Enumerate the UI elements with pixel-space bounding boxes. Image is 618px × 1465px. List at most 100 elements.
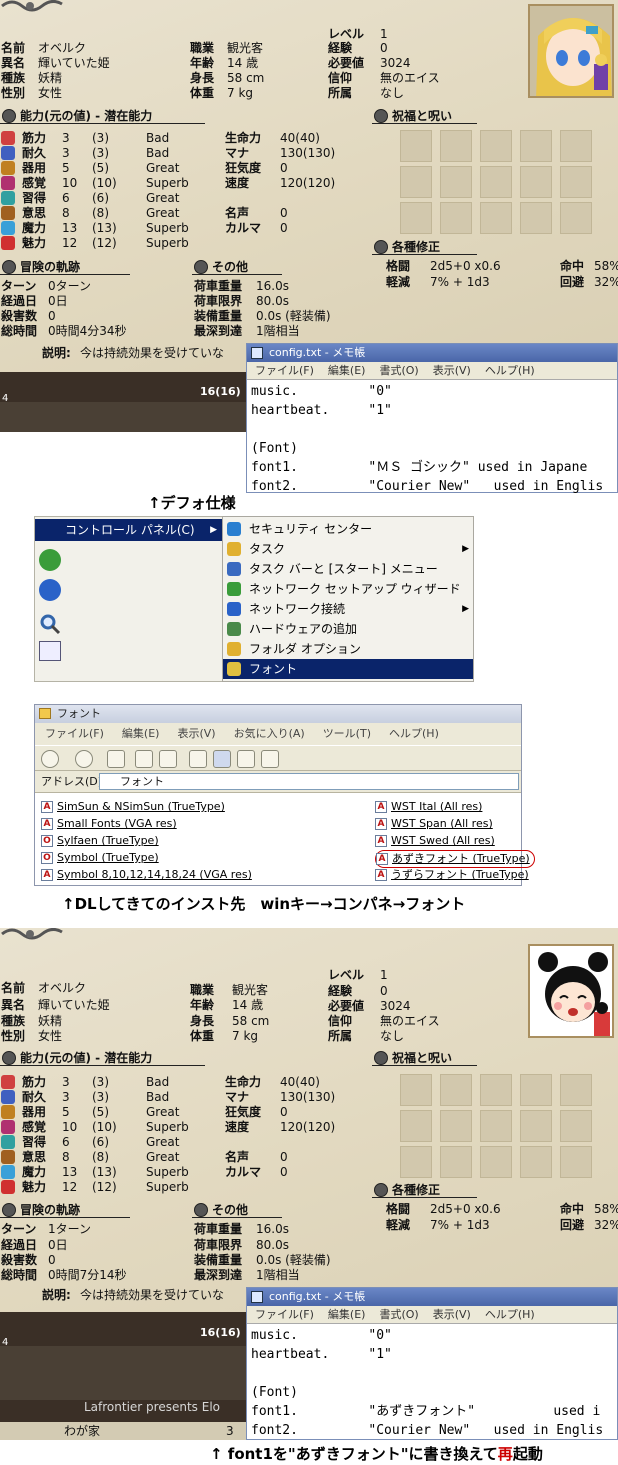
home-label: わが家 (64, 1424, 101, 1438)
control-panel-menu-item[interactable]: セキュリティ センター (223, 519, 473, 539)
font-file-label: Symbol 8,10,12,14,18,24 (VGA res) (57, 868, 252, 881)
adventure-header: 冒険の軌跡 (0, 260, 130, 275)
menu-item-icon (227, 602, 241, 616)
font-file-item[interactable]: A WST Span (All res) (375, 816, 493, 832)
notepad-menu-item[interactable]: ヘルプ(H) (485, 1308, 535, 1321)
speed-label: 速度 (225, 176, 250, 190)
fonts-menu-item[interactable]: お気に入り(A) (234, 727, 305, 740)
font-file-item[interactable]: A Symbol 8,10,12,14,18,24 (VGA res) (41, 867, 252, 883)
game-hud: 16(16) 4 Lafrontier presents Elo (0, 372, 248, 432)
other-title: その他 (212, 260, 249, 274)
view-details-icon[interactable] (261, 750, 279, 768)
font-file-item[interactable]: A WST Swed (All res) (375, 833, 495, 849)
menu-item-icon (227, 522, 241, 536)
section-bullet-icon (374, 240, 388, 254)
turn-value: 1ターン (48, 1222, 92, 1236)
notepad-menu-item[interactable]: ファイル(F) (255, 364, 314, 377)
fonts-window-title: フォント (57, 707, 101, 720)
control-panel-menu-item[interactable]: ネットワーク セットアップ ウィザード (223, 579, 473, 599)
caption-install: ↑DLしてきてのインスト先 winキー→コンパネ→フォント (62, 895, 466, 913)
font-file-item[interactable]: O Symbol (TrueType) (41, 850, 159, 866)
fonts-menu-item[interactable]: ファイル(F) (45, 727, 104, 740)
control-panel-menu-item[interactable]: フォント (223, 659, 473, 679)
submenu-arrow-icon: ▶ (210, 525, 217, 535)
life-label: 生命力 (225, 131, 262, 145)
exp-label: 経験 (328, 984, 353, 998)
fonts-menu-item[interactable]: 表示(V) (177, 727, 215, 740)
address-input[interactable]: フォント (99, 773, 519, 790)
search-icon[interactable] (39, 613, 61, 635)
run-icon[interactable] (39, 641, 61, 661)
notepad-menu-item[interactable]: 書式(O) (379, 364, 418, 377)
font-file-item[interactable]: A うずらフォント (TrueType) (375, 867, 529, 883)
ability-potential: Bad (146, 1090, 170, 1104)
control-panel-menu-item[interactable]: フォルダ オプション (223, 639, 473, 659)
name-label: 名前 (1, 981, 26, 995)
font-file-item[interactable]: A Small Fonts (VGA res) (41, 816, 177, 832)
view-list-icon[interactable] (213, 750, 231, 768)
up-icon[interactable] (107, 750, 125, 768)
faith-value: 無のエイス (380, 71, 440, 85)
notepad-line (251, 1364, 613, 1383)
section-bullet-icon (374, 1051, 388, 1065)
notepad-menu-item[interactable]: ヘルプ(H) (485, 364, 535, 377)
control-panel-menu-item[interactable]: タスク バーと [スタート] メニュー (223, 559, 473, 579)
font-file-item[interactable]: A WST Ital (All res) (375, 799, 482, 815)
view-ab-icon[interactable] (237, 750, 255, 768)
notepad-menu-item[interactable]: 表示(V) (433, 1308, 471, 1321)
notepad-line: (Font) (251, 441, 298, 456)
control-panel-menu-item[interactable]: ハードウェアの追加 (223, 619, 473, 639)
blessing-slot (520, 166, 552, 198)
font-file-item[interactable]: A SimSun & NSimSun (TrueType) (41, 799, 225, 815)
ability-value: 6 (62, 191, 70, 205)
notepad-text[interactable]: music. "0" heartbeat. "1" (Font) font1. "Ｍ… (247, 380, 617, 498)
fonts-menu-item[interactable]: ヘルプ(H) (389, 727, 439, 740)
menu-item-icon (227, 582, 241, 596)
back-icon[interactable] (41, 750, 59, 768)
font-file-item[interactable]: O Sylfaen (TrueType) (41, 833, 159, 849)
notepad-menu-item[interactable]: 編集(E) (328, 1308, 366, 1321)
fonts-menu-item[interactable]: ツール(T) (323, 727, 371, 740)
height-value: 58 cm (227, 71, 265, 85)
font-file-item[interactable]: A あずきフォント (TrueType) (375, 850, 535, 868)
notepad-line: heartbeat. "1" (251, 403, 392, 418)
blessing-slot (400, 1074, 432, 1106)
folder-icon (39, 708, 51, 719)
faith-label: 信仰 (328, 1014, 353, 1028)
notepad-line: font1. "ＭＳ ゴシック" used in Japane (251, 460, 588, 475)
ability-name: 耐久 (22, 1090, 47, 1104)
forward-icon[interactable] (75, 750, 93, 768)
program-icon[interactable] (39, 549, 61, 571)
ability-potential: Great (146, 1150, 180, 1164)
notepad-text[interactable]: music. "0" heartbeat. "1" (Font) font1. "あ… (247, 1324, 617, 1442)
blessing-slot (440, 1146, 472, 1178)
blessing-slot (400, 1146, 432, 1178)
life-value: 40(40) (280, 131, 320, 145)
caption-restart-end: 起動 (512, 1445, 543, 1463)
search-icon[interactable] (135, 750, 153, 768)
age-value: 14 歳 (227, 56, 259, 70)
notepad-title: config.txt - メモ帳 (269, 1290, 366, 1303)
network-icon[interactable] (39, 579, 61, 601)
view-icon[interactable] (189, 750, 207, 768)
kills-value: 0 (48, 1253, 56, 1267)
control-panel-menu-item[interactable]: タスク ▶ (223, 539, 473, 559)
blessing-slot (560, 202, 592, 234)
notepad-line: heartbeat. "1" (251, 1347, 392, 1362)
fonts-menu-item[interactable]: 編集(E) (122, 727, 160, 740)
notepad-menu-item[interactable]: ファイル(F) (255, 1308, 314, 1321)
ability-potential: Superb (146, 176, 189, 190)
blessing-header: 祝福と呪い (372, 1051, 477, 1066)
font-file-label: Small Fonts (VGA res) (57, 817, 177, 830)
menu-item-icon (227, 562, 241, 576)
karma-label: カルマ (225, 1165, 262, 1179)
notepad-menu-item[interactable]: 編集(E) (328, 364, 366, 377)
font-file-label: Symbol (TrueType) (57, 851, 159, 864)
section-bullet-icon (2, 260, 16, 274)
control-panel-menu-item[interactable]: ネットワーク接続 ▶ (223, 599, 473, 619)
ornament-icon (1, 0, 63, 12)
control-panel-item[interactable]: コントロール パネル(C) ▶ (35, 519, 223, 541)
notepad-menu-item[interactable]: 表示(V) (433, 364, 471, 377)
notepad-menu-item[interactable]: 書式(O) (379, 1308, 418, 1321)
folders-icon[interactable] (159, 750, 177, 768)
